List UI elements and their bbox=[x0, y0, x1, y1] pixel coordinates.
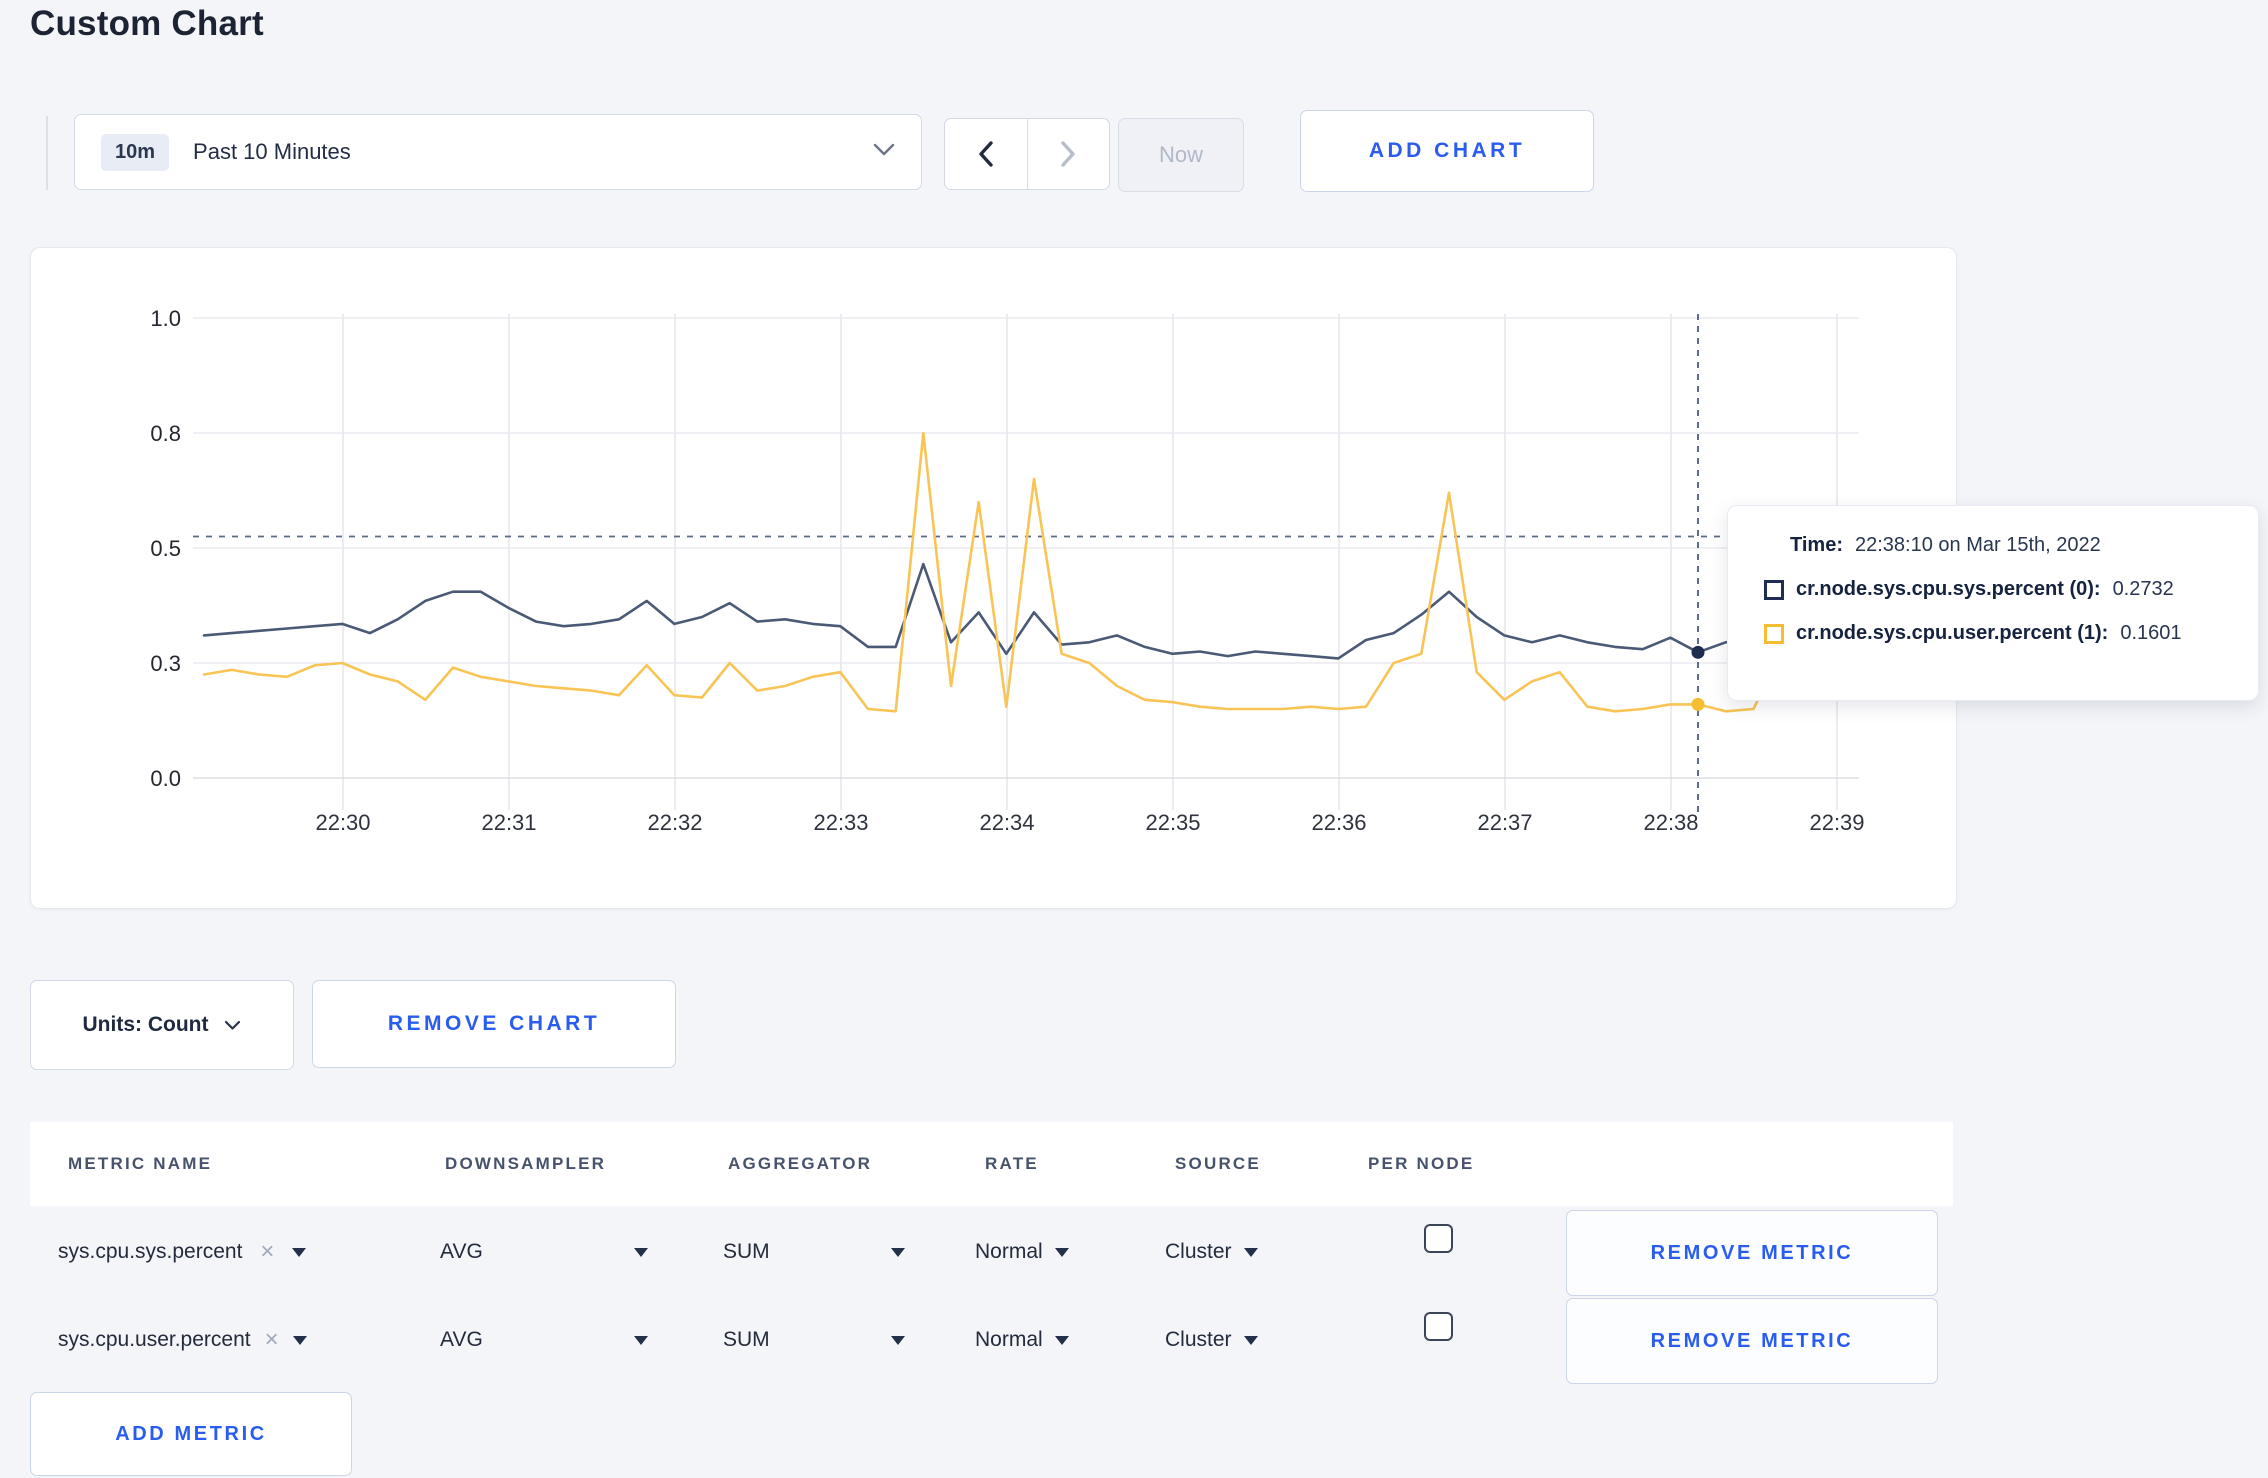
svg-text:1.0: 1.0 bbox=[150, 306, 181, 331]
clear-metric-icon[interactable]: × bbox=[260, 1240, 274, 1264]
svg-text:0.8: 0.8 bbox=[150, 421, 181, 446]
col-aggregator: AGGREGATOR bbox=[728, 1154, 873, 1173]
toolbar-divider bbox=[46, 116, 48, 190]
tooltip-series-name: cr.node.sys.cpu.sys.percent (0): bbox=[1796, 578, 2101, 600]
metric-name-value: sys.cpu.user.percent bbox=[58, 1328, 251, 1351]
col-rate: RATE bbox=[985, 1154, 1039, 1173]
chevron-right-icon bbox=[1061, 141, 1075, 167]
per-node-checkbox[interactable] bbox=[1424, 1312, 1453, 1341]
remove-metric-label: REMOVE METRIC bbox=[1650, 1329, 1854, 1352]
svg-text:22:39: 22:39 bbox=[1809, 810, 1864, 835]
svg-text:22:33: 22:33 bbox=[813, 810, 868, 835]
tooltip-time-label: Time: bbox=[1790, 534, 1843, 556]
remove-metric-label: REMOVE METRIC bbox=[1650, 1241, 1854, 1264]
metric-name-select[interactable]: sys.cpu.sys.percent × bbox=[58, 1212, 307, 1292]
remove-metric-button[interactable]: REMOVE METRIC bbox=[1566, 1298, 1938, 1384]
next-time-button[interactable] bbox=[1026, 119, 1110, 189]
series-user-swatch-icon bbox=[1764, 623, 1784, 644]
col-source: SOURCE bbox=[1175, 1154, 1261, 1173]
units-select[interactable]: Units: Count bbox=[30, 980, 294, 1070]
downsampler-select[interactable]: AVG bbox=[440, 1300, 648, 1380]
rate-value: Normal bbox=[975, 1328, 1043, 1351]
prev-time-button[interactable] bbox=[945, 119, 1027, 189]
chart-card: 22:30 22:31 22:32 22:33 22:34 22:35 22:36 22:37… bbox=[30, 247, 1957, 909]
aggregator-select[interactable]: SUM bbox=[723, 1212, 905, 1292]
rate-select[interactable]: Normal bbox=[975, 1212, 1069, 1292]
svg-text:0.5: 0.5 bbox=[150, 536, 181, 561]
add-chart-label: ADD CHART bbox=[1368, 139, 1526, 162]
time-nav-group bbox=[944, 118, 1110, 190]
remove-chart-label: REMOVE CHART bbox=[387, 1012, 601, 1035]
svg-text:0.3: 0.3 bbox=[150, 651, 181, 676]
series-sys-swatch-icon bbox=[1764, 579, 1784, 600]
svg-text:22:31: 22:31 bbox=[481, 810, 536, 835]
tooltip-time-value: 22:38:10 on Mar 15th, 2022 bbox=[1854, 534, 2101, 556]
time-range-label: Past 10 Minutes bbox=[193, 139, 351, 164]
add-chart-button[interactable]: ADD CHART bbox=[1300, 110, 1594, 192]
downsampler-value: AVG bbox=[440, 1240, 483, 1263]
tooltip-series-value: 0.1601 bbox=[2120, 622, 2182, 644]
remove-metric-button[interactable]: REMOVE METRIC bbox=[1566, 1210, 1938, 1296]
aggregator-value: SUM bbox=[723, 1240, 770, 1263]
now-button-label: Now bbox=[1158, 142, 1203, 167]
remove-chart-button[interactable]: REMOVE CHART bbox=[312, 980, 676, 1068]
now-button[interactable]: Now bbox=[1118, 118, 1244, 192]
svg-text:22:37: 22:37 bbox=[1477, 810, 1532, 835]
add-metric-label: ADD METRIC bbox=[115, 1422, 267, 1445]
svg-text:22:36: 22:36 bbox=[1311, 810, 1366, 835]
tooltip-series-name: cr.node.sys.cpu.user.percent (1): bbox=[1796, 622, 2109, 644]
downsampler-value: AVG bbox=[440, 1328, 483, 1351]
col-downsampler: DOWNSAMPLER bbox=[445, 1154, 607, 1173]
source-select[interactable]: Cluster bbox=[1165, 1300, 1258, 1380]
chevron-down-icon bbox=[224, 1013, 241, 1037]
rate-select[interactable]: Normal bbox=[975, 1300, 1069, 1380]
per-node-checkbox[interactable] bbox=[1424, 1224, 1453, 1253]
source-select[interactable]: Cluster bbox=[1165, 1212, 1258, 1292]
time-range-select[interactable]: 10m Past 10 Minutes bbox=[74, 114, 922, 190]
caret-down-icon bbox=[891, 1335, 905, 1345]
time-range-badge: 10m bbox=[101, 133, 170, 171]
svg-text:22:34: 22:34 bbox=[979, 810, 1034, 835]
aggregator-select[interactable]: SUM bbox=[723, 1300, 905, 1380]
caret-down-icon bbox=[1054, 1335, 1069, 1345]
caret-down-icon bbox=[292, 1335, 307, 1345]
col-metric-name: METRIC NAME bbox=[68, 1154, 213, 1173]
source-value: Cluster bbox=[1165, 1240, 1232, 1263]
chart-tooltip: Time: 22:38:10 on Mar 15th, 2022 cr.node… bbox=[1727, 505, 2259, 701]
source-value: Cluster bbox=[1165, 1328, 1232, 1351]
svg-text:22:35: 22:35 bbox=[1145, 810, 1200, 835]
caret-down-icon bbox=[1243, 1335, 1258, 1345]
caret-down-icon bbox=[1054, 1247, 1069, 1257]
svg-text:22:32: 22:32 bbox=[647, 810, 702, 835]
chevron-down-icon bbox=[873, 143, 895, 162]
metric-name-select[interactable]: sys.cpu.user.percent × bbox=[58, 1300, 307, 1380]
metric-name-value: sys.cpu.sys.percent bbox=[58, 1240, 243, 1263]
custom-chart-page: Custom Chart 10m Past 10 Minutes Now ADD… bbox=[0, 0, 2268, 1478]
caret-down-icon bbox=[634, 1335, 648, 1345]
svg-text:22:38: 22:38 bbox=[1643, 810, 1698, 835]
svg-text:0.0: 0.0 bbox=[150, 766, 181, 791]
col-per-node: PER NODE bbox=[1368, 1154, 1475, 1173]
add-metric-button[interactable]: ADD METRIC bbox=[30, 1392, 352, 1476]
page-title: Custom Chart bbox=[30, 4, 264, 43]
rate-value: Normal bbox=[975, 1240, 1043, 1263]
units-select-label: Units: Count bbox=[82, 1013, 209, 1036]
downsampler-select[interactable]: AVG bbox=[440, 1212, 648, 1292]
caret-down-icon bbox=[634, 1247, 648, 1257]
caret-down-icon bbox=[1243, 1247, 1258, 1257]
chevron-left-icon bbox=[979, 141, 993, 167]
metrics-table-header: METRIC NAME DOWNSAMPLER AGGREGATOR RATE … bbox=[30, 1122, 1953, 1206]
caret-down-icon bbox=[891, 1247, 905, 1257]
aggregator-value: SUM bbox=[723, 1328, 770, 1351]
caret-down-icon bbox=[292, 1247, 307, 1257]
chart-plot-area[interactable]: 22:30 22:31 22:32 22:33 22:34 22:35 22:36 22:37… bbox=[31, 248, 1956, 908]
tooltip-series-value: 0.2732 bbox=[2112, 578, 2174, 600]
svg-text:22:30: 22:30 bbox=[315, 810, 370, 835]
clear-metric-icon[interactable]: × bbox=[265, 1328, 279, 1352]
